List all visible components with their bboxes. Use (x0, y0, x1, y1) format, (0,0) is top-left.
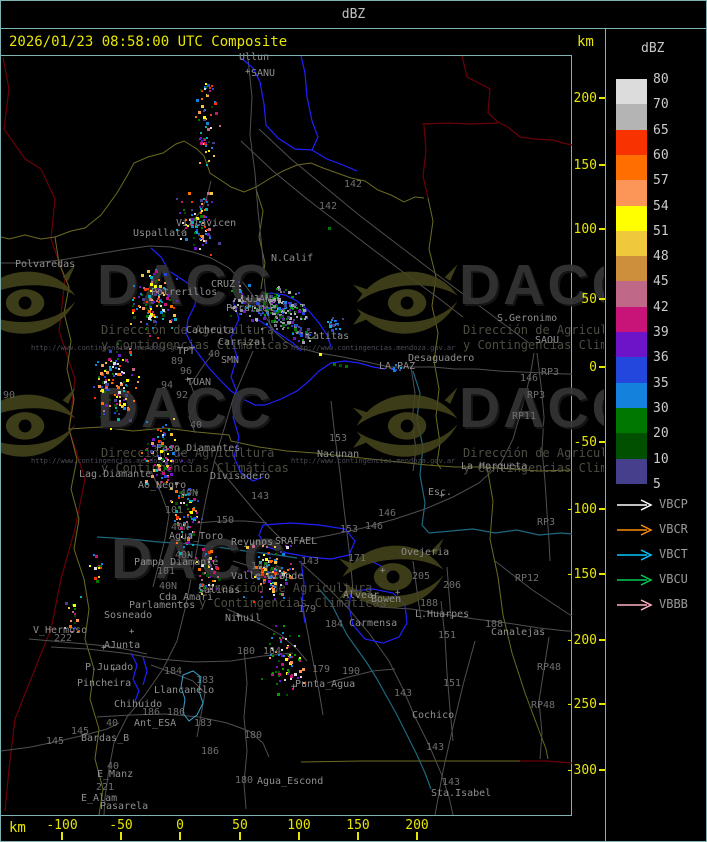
legend-arrow-icon (615, 547, 657, 566)
colorbar-swatch (616, 306, 647, 333)
y-tick-label: -100 (565, 502, 597, 517)
colorbar-level-label: 51 (653, 223, 669, 239)
colorbar-swatch (616, 104, 647, 131)
colorbar-level-label: 36 (653, 350, 669, 366)
colorbar-level-label: 39 (653, 325, 669, 340)
colorbar-swatch (616, 332, 647, 358)
legend-arrow-icon (615, 572, 657, 591)
colorbar-level-label: 30 (653, 400, 669, 416)
x-tick-label: -100 (46, 818, 78, 833)
legend-arrow-label: VBCR (659, 522, 688, 536)
colorbar-swatch (616, 256, 647, 282)
x-tick-label: 100 (287, 818, 311, 833)
x-axis-unit-label: km (9, 820, 26, 836)
y-tick-label: 50 (581, 292, 597, 307)
x-tick-mark (298, 832, 300, 840)
colorbar-level-label: 57 (653, 173, 669, 189)
colorbar-title: dBZ (641, 41, 665, 56)
colorbar-level-label: 48 (653, 249, 669, 265)
x-tick-label: 0 (176, 818, 184, 833)
timestamp-label: 2026/01/23 08:58:00 UTC Composite (9, 34, 288, 50)
y-tick-label: 100 (573, 222, 597, 237)
radar-map-viewport (1, 55, 572, 816)
x-tick-label: -50 (109, 818, 133, 833)
colorbar-level-label: 10 (653, 451, 669, 467)
colorbar-swatch (616, 382, 647, 409)
colorbar-swatch (616, 180, 647, 206)
colorbar-level-label: 42 (653, 299, 669, 315)
legend-arrow-icon (615, 497, 657, 516)
legend-arrow-label: VBBB (659, 597, 688, 611)
x-tick-label: 50 (232, 818, 248, 833)
colorbar-swatch (616, 458, 647, 485)
colorbar-level-label: 45 (653, 274, 669, 290)
window-title: dBZ (1, 1, 706, 29)
colorbar-level-label: 54 (653, 198, 669, 214)
colorbar-level-label: 70 (653, 97, 669, 113)
colorbar-level-label: 60 (653, 147, 669, 163)
colorbar-level-label: 20 (653, 426, 669, 442)
colorbar-level-label: 80 (653, 72, 669, 87)
colorbar-swatch (616, 230, 647, 257)
x-tick-mark (357, 832, 359, 840)
legend-arrow-label: VBCU (659, 572, 688, 586)
y-tick-label: -50 (573, 435, 597, 450)
x-tick-label: 200 (405, 818, 429, 833)
colorbar-swatch (616, 407, 647, 434)
y-axis-unit-label: km (577, 34, 594, 50)
colorbar-swatch (616, 79, 647, 105)
colorbar-swatch (616, 154, 647, 181)
x-tick-mark (416, 832, 418, 840)
y-tick-label: -150 (565, 567, 597, 582)
y-tick-label: -300 (565, 763, 597, 778)
colorbar-level-label: 5 (653, 476, 661, 492)
y-tick-label: 150 (573, 158, 597, 173)
y-tick-label: -250 (565, 697, 597, 712)
x-tick-mark (120, 832, 122, 840)
colorbar-swatch (616, 433, 647, 459)
colorbar-swatch (616, 281, 647, 308)
legend-arrow-icon (615, 597, 657, 616)
colorbar-swatch (616, 205, 647, 232)
y-tick-label: 200 (573, 91, 597, 106)
colorbar-level-label: 35 (653, 375, 669, 391)
x-tick-label: 150 (346, 818, 370, 833)
radar-app-window: dBZ 2026/01/23 08:58:00 UTC Composite km… (0, 0, 707, 842)
x-tick-mark (61, 832, 63, 840)
colorbar-swatch (616, 129, 647, 156)
x-tick-mark (179, 832, 181, 840)
colorbar-swatch (616, 357, 647, 384)
legend-arrow-label: VBCT (659, 547, 688, 561)
legend-arrow-icon (615, 522, 657, 541)
colorbar-level-label: 65 (653, 122, 669, 138)
legend-arrow-label: VBCP (659, 497, 688, 511)
y-tick-label: 0 (589, 360, 597, 375)
panel-divider (605, 29, 606, 841)
y-tick-label: -200 (565, 633, 597, 648)
x-tick-mark (239, 832, 241, 840)
